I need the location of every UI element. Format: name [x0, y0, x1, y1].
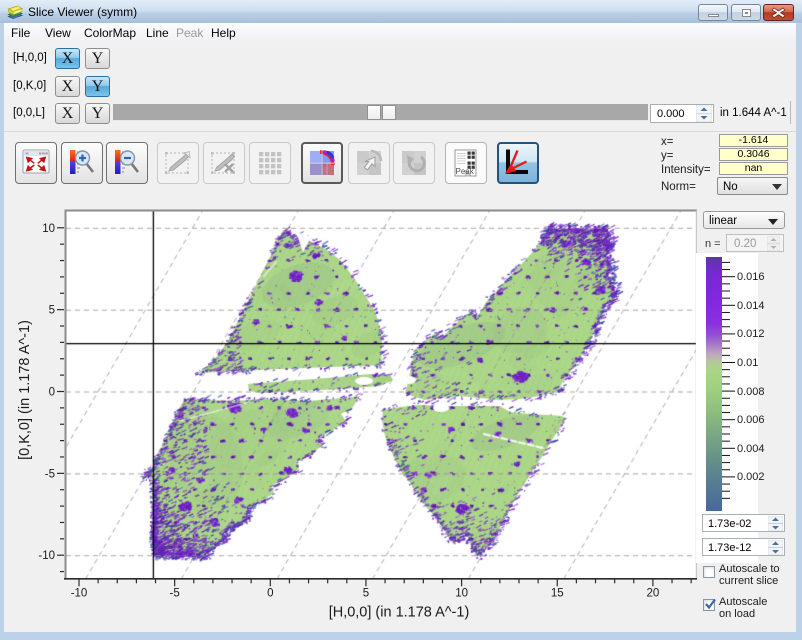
svg-text:10: 10: [455, 587, 468, 599]
svg-text:-5: -5: [170, 587, 180, 599]
svg-text:15: 15: [551, 587, 564, 599]
svg-text:[H,0,0] (in 1.178 A^-1): [H,0,0] (in 1.178 A^-1): [329, 605, 470, 621]
svg-text:-10: -10: [38, 550, 55, 562]
svg-text:0: 0: [49, 387, 55, 399]
svg-text:-10: -10: [71, 587, 88, 599]
svg-text:-5: -5: [45, 468, 55, 480]
svg-text:20: 20: [647, 587, 660, 599]
svg-text:10: 10: [42, 223, 55, 235]
svg-text:0: 0: [267, 587, 273, 599]
svg-text:5: 5: [363, 587, 369, 599]
svg-text:5: 5: [49, 305, 55, 317]
svg-text:[0,K,0] (in 1.178 A^-1): [0,K,0] (in 1.178 A^-1): [17, 320, 33, 460]
svg-text:Peak: Peak: [456, 167, 475, 176]
